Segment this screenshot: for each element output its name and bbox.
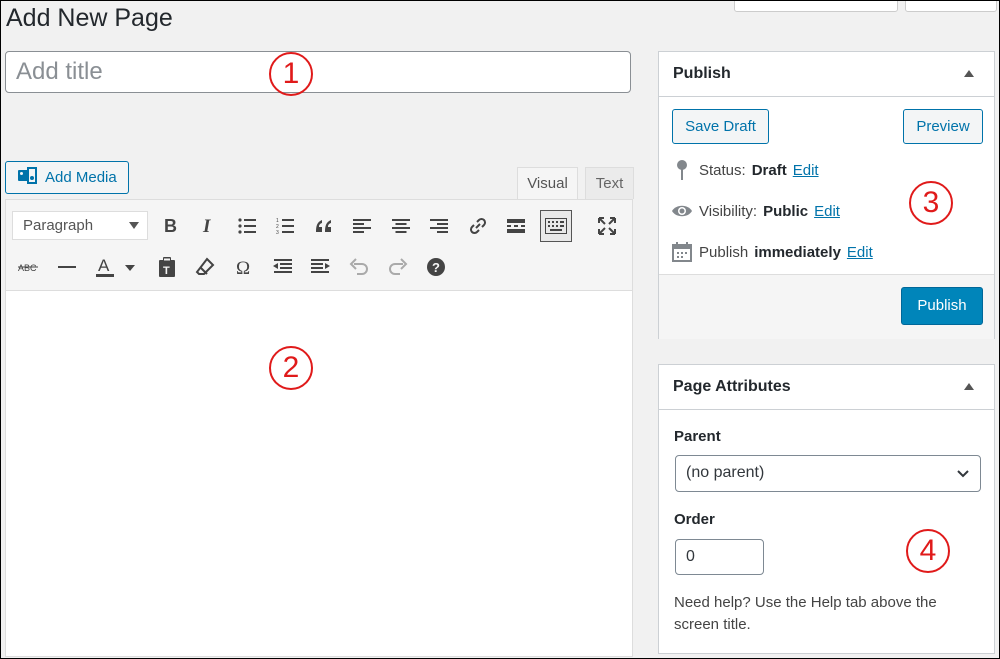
save-draft-button[interactable]: Save Draft bbox=[672, 109, 769, 144]
svg-text:A: A bbox=[98, 256, 110, 275]
publish-time-row: Publish immediately Edit bbox=[671, 240, 873, 264]
collapse-arrow-icon[interactable] bbox=[964, 383, 974, 390]
publish-time-label: Publish bbox=[699, 243, 749, 261]
help-button[interactable] bbox=[905, 0, 997, 12]
text-color-icon[interactable]: A bbox=[90, 252, 140, 282]
tab-text[interactable]: Text bbox=[585, 167, 634, 199]
edit-status-link[interactable]: Edit bbox=[793, 162, 819, 179]
add-media-label: Add Media bbox=[45, 169, 117, 186]
page-attributes-title: Page Attributes bbox=[673, 378, 791, 395]
parent-label: Parent bbox=[674, 428, 721, 445]
chevron-down-icon bbox=[129, 222, 139, 229]
tab-visual[interactable]: Visual bbox=[517, 167, 578, 199]
order-input[interactable]: 0 bbox=[675, 539, 764, 575]
svg-text:T: T bbox=[163, 265, 170, 277]
redo-icon[interactable] bbox=[383, 252, 413, 282]
add-media-button[interactable]: Add Media bbox=[5, 161, 129, 194]
svg-text:Ω: Ω bbox=[236, 258, 250, 276]
svg-text:I: I bbox=[202, 217, 211, 235]
align-center-icon[interactable] bbox=[386, 211, 416, 241]
blockquote-icon[interactable] bbox=[309, 211, 339, 241]
help-text: Need help? Use the Help tab above the sc… bbox=[674, 592, 974, 636]
paste-text-icon[interactable]: T bbox=[152, 252, 182, 282]
chevron-down-icon bbox=[956, 456, 970, 505]
editor-content-area[interactable] bbox=[5, 291, 633, 657]
undo-icon[interactable] bbox=[344, 252, 374, 282]
svg-text:?: ? bbox=[432, 260, 440, 275]
horizontal-line-icon[interactable] bbox=[52, 252, 82, 282]
read-more-icon[interactable] bbox=[501, 211, 531, 241]
status-row: Status: Draft Edit bbox=[671, 158, 819, 182]
strikethrough-icon[interactable]: ABC bbox=[13, 252, 43, 282]
italic-icon[interactable]: I bbox=[193, 211, 223, 241]
pin-icon bbox=[671, 160, 693, 180]
status-value: Draft bbox=[751, 161, 787, 179]
align-right-icon[interactable] bbox=[424, 211, 454, 241]
bullet-list-icon[interactable] bbox=[232, 211, 262, 241]
publish-time-value: immediately bbox=[754, 243, 841, 261]
collapse-arrow-icon[interactable] bbox=[964, 70, 974, 77]
publish-button[interactable]: Publish bbox=[901, 287, 983, 325]
clear-formatting-icon[interactable] bbox=[190, 252, 220, 282]
calendar-icon bbox=[671, 242, 693, 262]
link-icon[interactable] bbox=[463, 211, 493, 241]
svg-text:3: 3 bbox=[276, 230, 279, 234]
preview-button[interactable]: Preview bbox=[903, 109, 983, 144]
status-label: Status: bbox=[699, 161, 746, 179]
page-attributes-header[interactable]: Page Attributes bbox=[659, 365, 994, 410]
page-title: Add New Page bbox=[6, 4, 173, 32]
help-text-line-1: Need help? Use the Help tab above the bbox=[674, 594, 937, 611]
help-text-line-2: screen title. bbox=[674, 616, 751, 633]
numbered-list-icon[interactable]: 123 bbox=[270, 211, 300, 241]
parent-select-value: (no parent) bbox=[686, 464, 765, 481]
toolbar-toggle-icon[interactable] bbox=[540, 210, 572, 242]
visibility-value: Public bbox=[763, 202, 809, 220]
annotation-marker-1: 1 bbox=[269, 52, 313, 96]
format-select-value: Paragraph bbox=[23, 217, 94, 234]
svg-text:ABC: ABC bbox=[18, 263, 37, 273]
title-input[interactable] bbox=[5, 51, 631, 93]
edit-visibility-link[interactable]: Edit bbox=[814, 203, 840, 220]
annotation-marker-4: 4 bbox=[906, 529, 950, 573]
format-select[interactable]: Paragraph bbox=[12, 211, 148, 240]
publish-box-title: Publish bbox=[673, 65, 731, 82]
annotation-marker-2: 2 bbox=[269, 346, 313, 390]
annotation-marker-3: 3 bbox=[909, 181, 953, 225]
order-label: Order bbox=[674, 511, 715, 528]
media-icon bbox=[17, 166, 37, 189]
screen-options-button[interactable] bbox=[734, 0, 898, 12]
special-character-icon[interactable]: Ω bbox=[229, 252, 259, 282]
publish-box-header[interactable]: Publish bbox=[659, 52, 994, 97]
svg-text:B: B bbox=[164, 217, 177, 235]
bold-icon[interactable]: B bbox=[155, 211, 185, 241]
eye-icon bbox=[671, 204, 693, 218]
indent-icon[interactable] bbox=[306, 252, 336, 282]
outdent-icon[interactable] bbox=[267, 252, 297, 282]
edit-publish-time-link[interactable]: Edit bbox=[847, 244, 873, 261]
visibility-row: Visibility: Public Edit bbox=[671, 199, 840, 223]
visibility-label: Visibility: bbox=[699, 202, 758, 220]
parent-select[interactable]: (no parent) bbox=[675, 455, 981, 492]
help-icon[interactable]: ? bbox=[421, 252, 451, 282]
align-left-icon[interactable] bbox=[347, 211, 377, 241]
fullscreen-icon[interactable] bbox=[592, 211, 622, 241]
